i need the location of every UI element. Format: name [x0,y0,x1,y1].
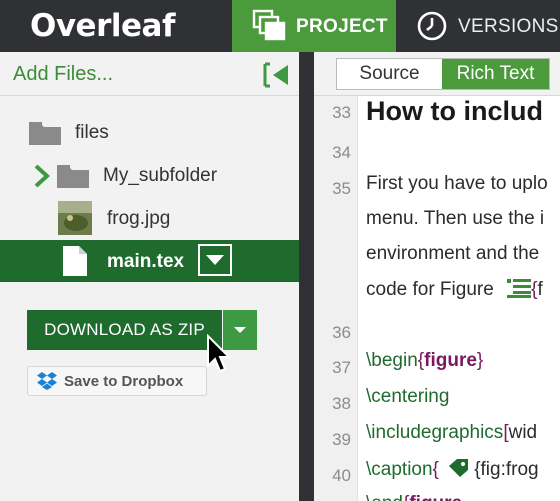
section-heading[interactable]: How to includ [366,96,543,127]
latex-command: \caption [366,459,433,480]
source-mode-button[interactable]: Source [337,59,442,89]
latex-argument: figure [424,350,477,371]
code-line[interactable]: code for Figure {f [366,278,543,301]
line-number: 33 [332,103,351,122]
top-bar: Overleaf PROJECT VERSIONS [0,0,560,52]
tab-versions[interactable]: VERSIONS [396,0,560,52]
folder-icon [29,122,61,145]
latex-command: \includegraphics [366,422,504,443]
tab-versions-label: VERSIONS [458,16,559,37]
tree-item-label: My_subfolder [103,165,218,186]
code-line[interactable]: \centering [366,386,449,408]
file-tree-toolbar: Add Files... [0,52,299,96]
download-as-zip-button[interactable]: DOWNLOAD AS ZIP [27,310,222,350]
tab-project-label: PROJECT [296,16,388,37]
reference-icon[interactable] [507,278,532,298]
line-number: 40 [332,466,351,485]
tab-project[interactable]: PROJECT [232,0,396,52]
open-brace: { [432,459,439,480]
caret-down-icon [234,327,246,333]
latex-command: \begin [366,350,418,371]
code-line[interactable]: menu. Then use the i [366,208,544,230]
project-stack-icon [252,9,286,41]
code-line[interactable]: \end{figure [366,493,462,501]
file-menu-button[interactable] [198,244,232,276]
code-line[interactable]: \begin{figure} [366,350,483,372]
overleaf-logo[interactable]: Overleaf [30,4,175,48]
ref-text: f [537,279,543,300]
code-line[interactable]: environment and the [366,243,539,265]
line-number: 36 [332,323,351,342]
code-text: code for Figure [366,279,494,300]
collapse-panel-icon[interactable] [262,61,292,89]
latex-command: \end [366,493,403,501]
folder-icon [57,165,89,188]
image-thumbnail-icon [58,201,92,235]
editor-toolbar: Source Rich Text [314,52,560,96]
logo-text: Overleaf [30,8,175,44]
caret-down-icon [206,255,224,265]
code-text: wid [508,422,538,443]
line-number: 38 [332,394,351,413]
tree-item-my-subfolder[interactable]: My_subfolder [0,154,299,196]
line-number: 35 [332,179,351,198]
clock-icon [417,11,447,41]
label-text: {fig:frog [474,459,539,480]
tree-item-files[interactable]: files [0,111,299,153]
line-number: 37 [332,358,351,377]
latex-command: \centering [366,386,450,407]
add-files-link[interactable]: Add Files... [13,63,113,86]
save-to-dropbox-button[interactable]: Save to Dropbox [27,366,207,396]
tree-item-frog-jpg[interactable]: frog.jpg [0,197,299,239]
latex-argument: figure [409,493,462,501]
line-number: 34 [332,143,351,162]
code-line[interactable]: \caption{ {fig:frog [366,458,539,481]
file-tree-panel: Add Files... files My_subfolder frog.jpg… [0,52,299,501]
editor-panel: Source Rich Text 33 34 35 36 37 38 39 40… [314,52,560,501]
close-brace: } [476,350,484,371]
code-line[interactable]: \includegraphics[wid [366,422,537,444]
label-tag-icon[interactable] [448,458,470,478]
mouse-cursor-icon [207,334,232,373]
file-icon [63,246,87,276]
editor-mode-toggle: Source Rich Text [336,58,550,90]
tree-item-label: files [75,122,109,143]
tree-item-label: main.tex [107,251,185,272]
dropbox-label: Save to Dropbox [64,372,184,390]
panel-resizer[interactable] [299,52,314,501]
line-number-gutter: 33 34 35 36 37 38 39 40 41 [314,96,358,501]
rich-text-mode-button[interactable]: Rich Text [442,59,549,89]
chevron-right-icon[interactable] [33,163,51,189]
tree-item-main-tex[interactable]: main.tex [0,240,299,282]
dropbox-icon [37,372,57,390]
tree-item-label: frog.jpg [107,208,171,229]
line-number: 39 [332,430,351,449]
code-line[interactable]: First you have to uplo [366,173,548,195]
